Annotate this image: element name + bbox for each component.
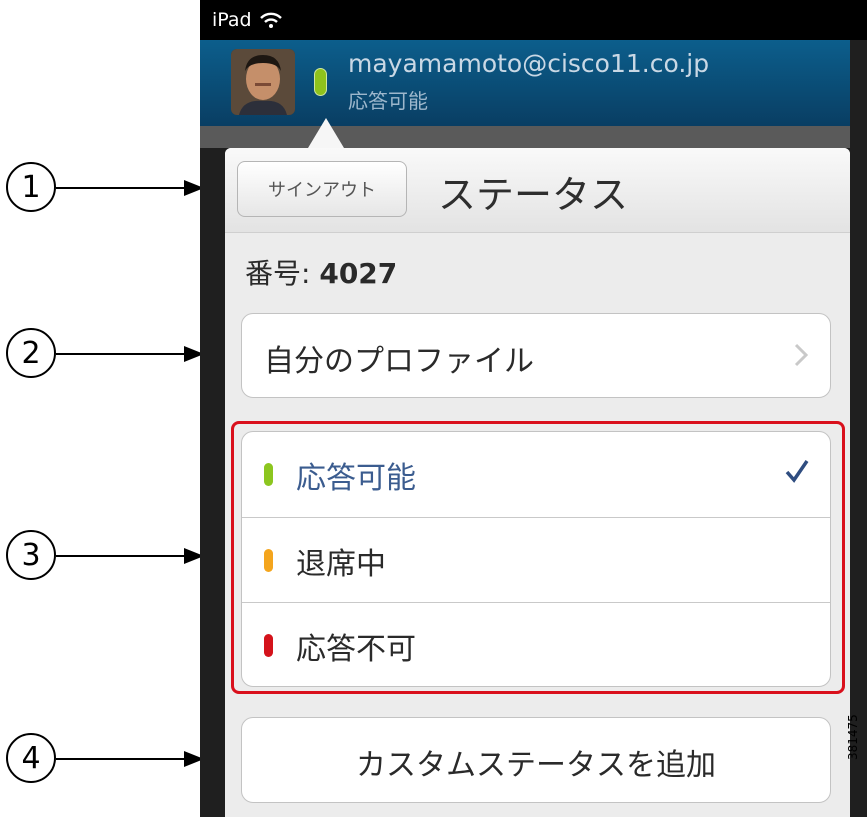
status-bar: iPad	[200, 0, 867, 40]
number-label: 番号:	[245, 257, 311, 290]
add-custom-status-button[interactable]: カスタムステータスを追加	[241, 717, 831, 803]
device-name: iPad	[212, 9, 252, 31]
callout-1: 1	[6, 162, 204, 212]
highlight-box	[231, 421, 845, 694]
popover-title: ステータス	[438, 173, 629, 217]
avatar	[231, 49, 295, 115]
callout-arrow-icon	[56, 751, 204, 767]
presence-indicator	[314, 68, 327, 96]
callout-3: 3	[6, 530, 204, 580]
account-email: mayamamoto@cisco11.co.jp	[348, 49, 710, 78]
callout-arrow-icon	[56, 346, 204, 362]
ipad-screen: iPad mayamamoto@cisco11.co.jp 応答可能 サインアウ…	[200, 0, 867, 817]
my-profile-button[interactable]: 自分のプロファイル	[241, 313, 831, 398]
callout-number: 2	[6, 328, 56, 378]
signout-button[interactable]: サインアウト	[237, 161, 407, 217]
number-value: 4027	[319, 257, 398, 290]
popover-header: サインアウト ステータス	[225, 148, 850, 233]
callout-4: 4	[6, 733, 204, 783]
chevron-right-icon	[794, 342, 809, 372]
add-custom-label: カスタムステータスを追加	[356, 748, 716, 783]
phone-number: 番号: 4027	[245, 252, 397, 292]
account-header[interactable]: mayamamoto@cisco11.co.jp 応答可能	[200, 40, 850, 126]
figure-id: 381475	[846, 714, 860, 760]
callout-number: 4	[6, 733, 56, 783]
callout-arrow-icon	[56, 548, 204, 564]
wifi-icon	[259, 12, 282, 28]
popover-tail	[308, 118, 344, 148]
callout-2: 2	[6, 328, 204, 378]
account-status: 応答可能	[348, 89, 428, 113]
background-strip	[200, 126, 850, 148]
profile-label: 自分のプロファイル	[264, 344, 534, 379]
callout-number: 3	[6, 530, 56, 580]
callout-number: 1	[6, 162, 56, 212]
callout-arrow-icon	[56, 180, 204, 196]
